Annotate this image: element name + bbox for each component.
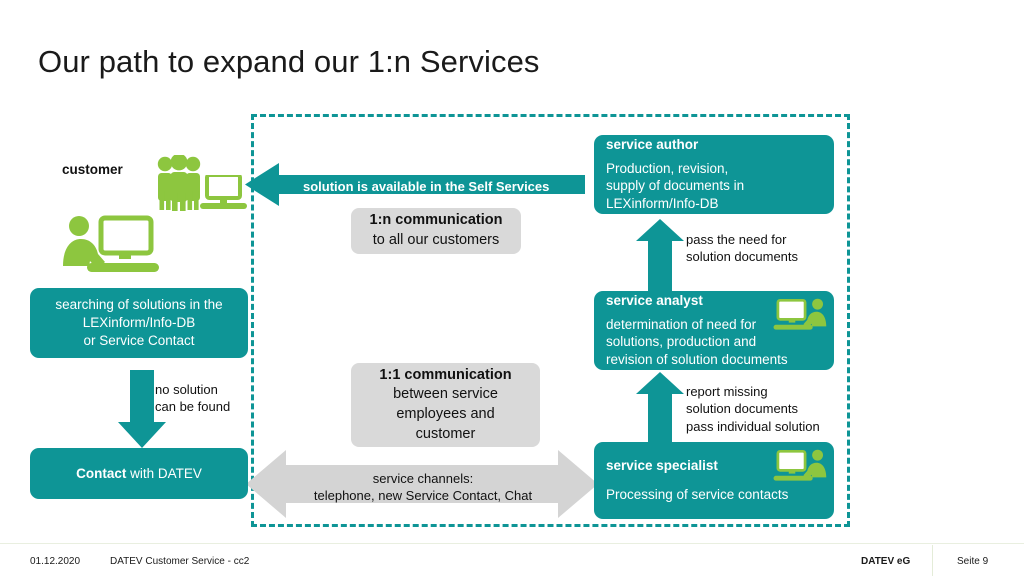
footer-department: DATEV Customer Service - cc2 (110, 556, 250, 567)
person-at-computer-icon-specialist (773, 449, 827, 481)
arrow-service-channels-label: service channels: telephone, new Service… (299, 470, 547, 505)
arrow-report-missing-label: report missing solution documents pass i… (686, 383, 820, 435)
arrow-pass-need-label: pass the need for solution documents (686, 231, 798, 266)
service-channels-line-1: service channels: (372, 471, 474, 486)
comm-11-line-4: customer (415, 425, 476, 442)
report-line-1: report missing (686, 384, 768, 399)
footer-vertical-divider (932, 545, 933, 576)
service-author-heading: service author (606, 137, 699, 153)
service-author-line-2: supply of documents in (606, 178, 745, 194)
arrow-no-solution-label: no solution can be found (155, 381, 230, 416)
searching-line-3: or Service Contact (83, 332, 195, 348)
service-channels-line-2: telephone, new Service Contact, Chat (313, 488, 533, 504)
box-1n-communication[interactable]: 1:n communication to all our customers (351, 208, 521, 254)
comm-1n-line-1: 1:n communication (369, 212, 503, 229)
service-author-line-3: LEXinform/Info-DB (606, 196, 719, 212)
slide-canvas: Our path to expand our 1:n Services solu… (0, 0, 1024, 576)
footer-company: DATEV eG (861, 556, 911, 567)
arrow-pass-need (636, 219, 684, 291)
no-solution-line-1: no solution (155, 382, 218, 397)
people-group-icon (157, 155, 201, 211)
searching-line-2: LEXinform/Info-DB (82, 315, 196, 331)
contact-datev-rest: with DATEV (126, 465, 202, 481)
contact-datev-strong: Contact (76, 465, 127, 481)
box-service-author[interactable]: service author Production, revision, sup… (594, 135, 834, 214)
comm-11-line-2: between service (393, 386, 498, 403)
person-at-computer-icon-customer (63, 215, 159, 272)
pass-need-line-2: solution documents (686, 249, 799, 265)
footer-date: 01.12.2020 (30, 556, 81, 567)
searching-line-1: searching of solutions in the (55, 297, 223, 313)
report-line-2: solution documents (686, 401, 799, 417)
monitor-icon (200, 175, 247, 209)
service-analyst-line-3: revision of solution documents (606, 352, 788, 368)
comm-11-line-1: 1:1 communication (379, 366, 512, 383)
comm-11-line-3: employees and (396, 406, 495, 422)
footer-divider (0, 543, 1024, 544)
report-line-3: pass individual solution (686, 418, 820, 434)
box-contact-datev[interactable]: Contact with DATEV (30, 448, 248, 499)
customer-label: customer (62, 162, 123, 177)
box-11-communication[interactable]: 1:1 communication between service employ… (351, 363, 540, 447)
no-solution-line-2: can be found (155, 399, 231, 415)
pass-need-line-1: pass the need for (686, 232, 787, 247)
arrow-self-services-label: solution is available in the Self Servic… (303, 179, 550, 194)
service-specialist-line-1: Processing of service contacts (606, 487, 789, 503)
box-searching-solutions[interactable]: searching of solutions in the LEXinform/… (30, 288, 248, 358)
arrow-report-missing (636, 372, 684, 444)
service-analyst-line-2: solutions, production and (606, 334, 757, 350)
comm-1n-line-2: to all our customers (372, 232, 500, 248)
page-title: Our path to expand our 1:n Services (38, 44, 540, 79)
person-at-computer-icon-analyst (773, 298, 827, 330)
footer-page-number: Seite 9 (957, 556, 989, 567)
service-author-line-1: Production, revision, (606, 160, 729, 176)
